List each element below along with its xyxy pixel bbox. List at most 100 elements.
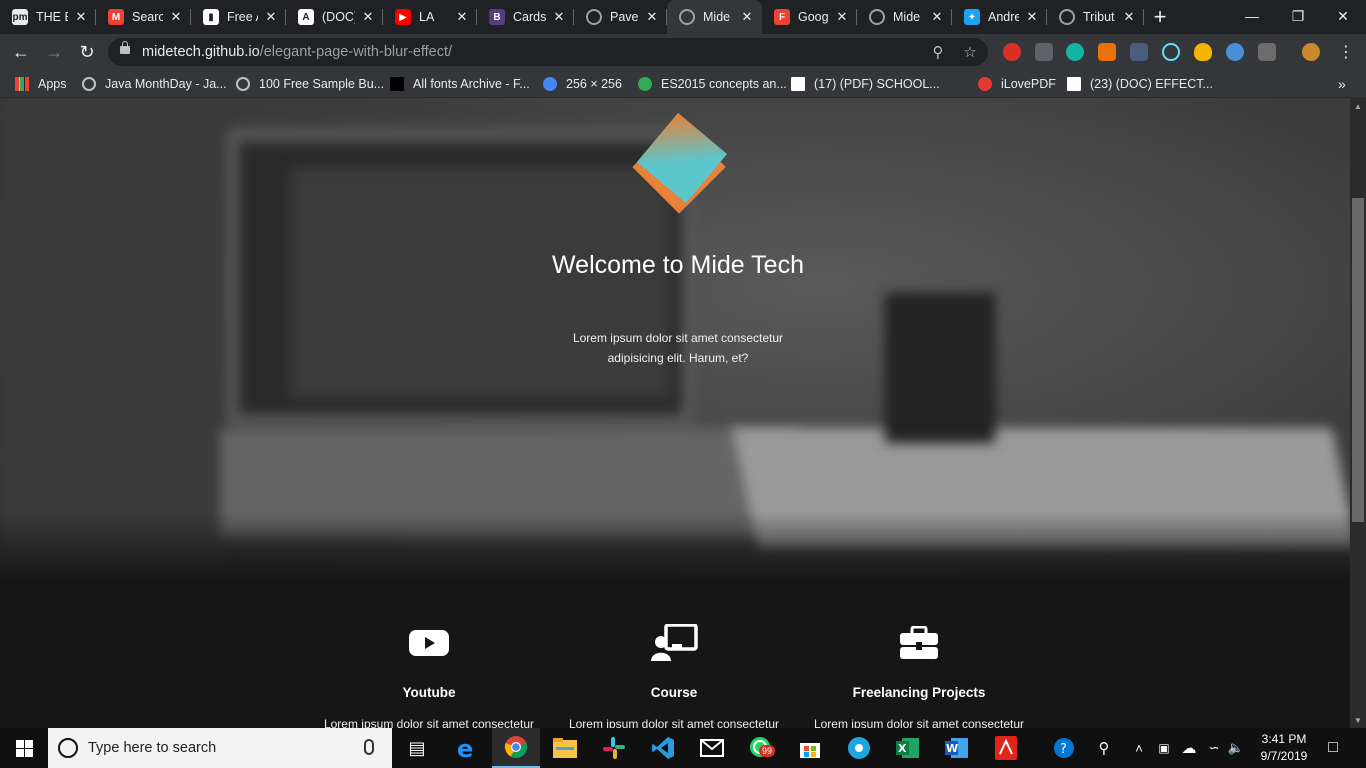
address-bar[interactable]: midetech.github.io/elegant-page-with-blu… (108, 38, 988, 66)
settings-app-icon[interactable] (835, 728, 883, 768)
close-tab-icon[interactable]: ✕ (455, 9, 469, 25)
hero-fade (0, 511, 1350, 581)
close-tab-icon[interactable]: ✕ (74, 9, 88, 25)
extension-gray-icon[interactable] (1035, 43, 1053, 61)
bookmark-item[interactable]: iLovePDF (978, 76, 1056, 92)
bookmark-item[interactable]: 256 × 256 (543, 76, 622, 92)
close-tab-icon[interactable]: ✕ (552, 9, 566, 25)
svg-text:e: e (457, 736, 473, 760)
extension-m-icon[interactable] (1066, 43, 1084, 61)
clock-date: 9/7/2019 (1260, 749, 1308, 763)
word-icon[interactable]: W (933, 728, 981, 768)
close-tab-icon[interactable]: ✕ (835, 9, 849, 25)
browser-tab[interactable]: A (DOC) ✕ (286, 0, 383, 34)
restore-icon[interactable]: ❐ (1275, 0, 1321, 32)
globe-icon (679, 9, 695, 25)
close-tab-icon[interactable]: ✕ (930, 9, 944, 25)
store-icon[interactable] (786, 728, 834, 768)
bootstrap-icon: B (489, 9, 505, 25)
extension-orange-icon[interactable] (1098, 43, 1116, 61)
help-icon[interactable]: ? (1050, 728, 1078, 768)
acrobat-icon[interactable] (982, 728, 1030, 768)
wifi-icon[interactable]: ∽ (1204, 728, 1224, 768)
browser-tab[interactable]: Mide ✕ (667, 0, 762, 34)
gmail-icon: M (108, 9, 124, 25)
close-tab-icon[interactable]: ✕ (169, 9, 183, 25)
extension-red-icon[interactable] (1003, 43, 1021, 61)
extension-grid-icon[interactable] (1258, 43, 1276, 61)
minimize-icon[interactable]: — (1229, 0, 1275, 32)
browser-tab[interactable]: pm THE E ✕ (0, 0, 96, 34)
browser-tab[interactable]: F Goog ✕ (762, 0, 857, 34)
globe-icon (586, 9, 602, 25)
hero-text: Lorem ipsum dolor sit amet consectetur a… (572, 331, 784, 365)
slack-icon[interactable] (590, 728, 638, 768)
mail-icon[interactable] (688, 728, 736, 768)
bookmark-item[interactable]: Apps (15, 76, 67, 92)
onedrive-cloud-icon[interactable]: ☁ (1178, 728, 1200, 768)
scroll-up-icon[interactable]: ▲ (1350, 98, 1366, 114)
forward-arrow-icon[interactable]: → (42, 40, 66, 64)
browser-tab[interactable]: Mide ✕ (857, 0, 952, 34)
excel-icon[interactable]: X (884, 728, 932, 768)
browser-tab[interactable]: M Searc ✕ (96, 0, 191, 34)
bookmark-item[interactable]: (17) (PDF) SCHOOL... (791, 76, 940, 92)
new-tab-button[interactable]: + (1144, 0, 1176, 34)
bookmark-label: ES2015 concepts an... (661, 77, 787, 91)
close-tab-icon[interactable]: ✕ (1025, 9, 1039, 25)
windows-start-icon[interactable] (0, 728, 48, 768)
svg-text:X: X (898, 742, 907, 755)
close-tab-icon[interactable]: ✕ (361, 9, 375, 25)
extension-yellow-icon[interactable] (1194, 43, 1212, 61)
browser-tab[interactable]: ✦ Andre ✕ (952, 0, 1047, 34)
notifications-icon[interactable]: □ (1320, 728, 1346, 768)
reload-icon[interactable]: ↻ (75, 40, 99, 64)
clock-time: 3:41 PM (1261, 732, 1307, 746)
feature-freelancing: Freelancing Projects Lorem ipsum dolor s… (804, 623, 1034, 728)
system-clock[interactable]: 3:41 PM 9/7/2019 (1248, 731, 1320, 765)
bookmark-item[interactable]: (23) (DOC) EFFECT... (1067, 76, 1213, 92)
close-tab-icon[interactable]: ✕ (1122, 9, 1136, 25)
close-window-icon[interactable]: ✕ (1320, 0, 1366, 32)
scrollbar-thumb[interactable] (1352, 198, 1364, 522)
bookmark-item[interactable]: 100 Free Sample Bu... (236, 76, 384, 92)
tray-expand-icon[interactable]: ˄ (1130, 728, 1148, 768)
whatsapp-icon[interactable]: 99 (737, 728, 785, 768)
chrome-icon[interactable] (492, 728, 540, 768)
browser-tab[interactable]: Pavel ✕ (574, 0, 667, 34)
file-explorer-icon[interactable] (541, 728, 589, 768)
bookmark-item[interactable]: All fonts Archive - F... (390, 76, 530, 92)
bookmark-item[interactable]: ES2015 concepts an... (638, 76, 787, 92)
feature-title: Youtube (402, 685, 456, 700)
scroll-down-icon[interactable]: ▼ (1350, 712, 1366, 728)
browser-tab[interactable]: Tribut ✕ (1047, 0, 1144, 34)
bookmark-star-icon[interactable]: ☆ (960, 42, 980, 62)
battery-icon[interactable]: ▣ (1154, 728, 1174, 768)
menu-dots-icon[interactable]: ⋮ (1334, 40, 1358, 64)
close-tab-icon[interactable]: ✕ (264, 9, 278, 25)
edge-icon[interactable]: e (443, 728, 491, 768)
close-tab-icon[interactable]: ✕ (740, 9, 754, 25)
close-tab-icon[interactable]: ✕ (645, 9, 659, 25)
browser-tab[interactable]: B Cards ✕ (477, 0, 574, 34)
back-arrow-icon[interactable]: ← (9, 40, 33, 64)
vscode-icon[interactable] (639, 728, 687, 768)
more-bookmarks-icon[interactable]: » (1338, 76, 1346, 92)
zoom-search-icon[interactable]: ⚲ (928, 42, 948, 62)
task-view-icon[interactable]: ▤ (393, 728, 441, 768)
globe-icon (869, 9, 885, 25)
volume-icon[interactable]: 🔈 (1226, 728, 1246, 768)
microphone-icon[interactable] (364, 739, 374, 755)
bookmark-item[interactable]: Java MonthDay - Ja... (82, 76, 227, 92)
extension-dots-icon[interactable] (1130, 43, 1148, 61)
browser-tab[interactable]: ▮ Free A ✕ (191, 0, 286, 34)
avatar[interactable] (1302, 43, 1320, 61)
twitter-icon: ✦ (964, 9, 980, 25)
mide-tech-logo (632, 112, 728, 214)
bookmark-label: All fonts Archive - F... (413, 77, 530, 91)
taskbar-search-input[interactable]: Type here to search (48, 728, 392, 768)
people-icon[interactable]: ⚲ (1092, 728, 1116, 768)
browser-tab[interactable]: ▶ LA ✕ (383, 0, 477, 34)
react-devtools-icon[interactable] (1162, 43, 1180, 61)
extension-blue-icon[interactable] (1226, 43, 1244, 61)
